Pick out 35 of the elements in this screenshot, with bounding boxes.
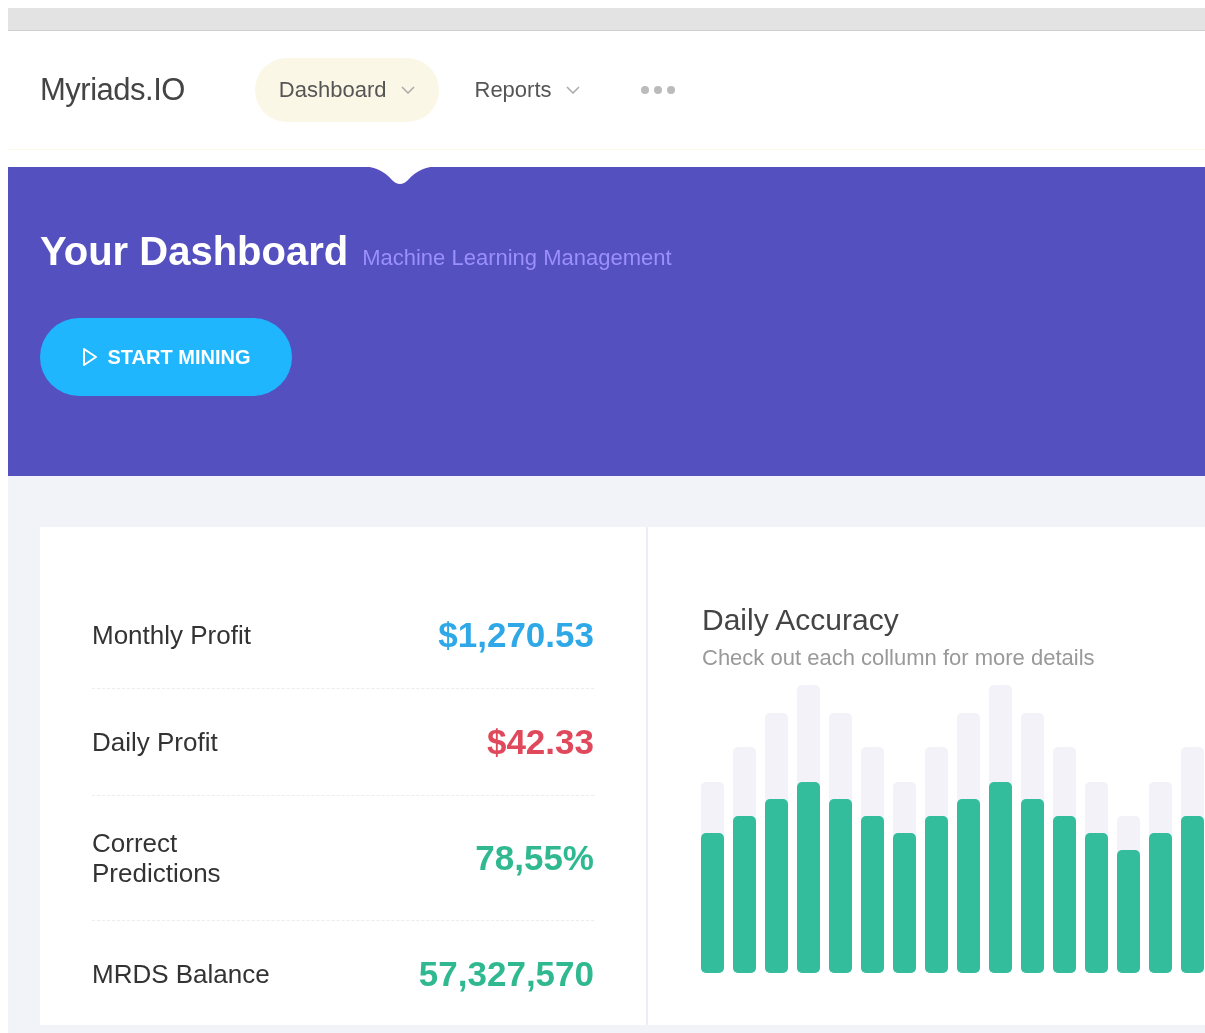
page-subtitle: Machine Learning Management <box>362 245 672 271</box>
chart-bar[interactable] <box>701 782 724 973</box>
chart-bar[interactable] <box>925 747 948 973</box>
chart-title: Daily Accuracy <box>702 603 900 637</box>
chart-bar[interactable] <box>765 713 788 973</box>
chevron-icon <box>565 86 580 94</box>
page-title: Your Dashboard <box>40 229 349 274</box>
chart-bar[interactable] <box>797 685 820 973</box>
chart-bar[interactable] <box>1021 713 1044 973</box>
chart-bar[interactable] <box>733 747 756 973</box>
chart-subtitle: Check out each collumn for more details <box>702 645 1096 671</box>
chart-bar[interactable] <box>1117 816 1140 973</box>
chart-bar[interactable] <box>1085 782 1108 973</box>
chart-bar[interactable] <box>1181 747 1204 973</box>
play-icon <box>81 347 98 367</box>
nav-tab[interactable]: Dashboard <box>254 58 439 122</box>
stat-label: MRDS Balance <box>92 959 271 989</box>
stat-value: $1,270.53 <box>438 615 594 655</box>
chart-bar[interactable] <box>1149 782 1172 973</box>
chart-bar[interactable] <box>1053 747 1076 973</box>
nav-tab[interactable]: Reports <box>450 58 604 122</box>
chart-bar[interactable] <box>989 685 1012 973</box>
chart-bar[interactable] <box>957 713 980 973</box>
chevron-icon <box>400 86 415 94</box>
stat-value: 57,327,570 <box>418 954 594 994</box>
stat-label: Correct Predictions <box>92 828 222 888</box>
stat-value: $42.33 <box>486 722 594 762</box>
chart-bar[interactable] <box>893 782 916 973</box>
brand-name: Myriads.IO <box>40 72 185 108</box>
stat-label: Daily Profit <box>92 727 219 757</box>
stat-value: 78,55% <box>475 838 594 878</box>
stat-label: Monthly Profit <box>92 620 252 650</box>
chart-bar[interactable] <box>861 747 884 973</box>
more-icon[interactable] <box>639 85 676 95</box>
chart-bar[interactable] <box>829 713 852 973</box>
